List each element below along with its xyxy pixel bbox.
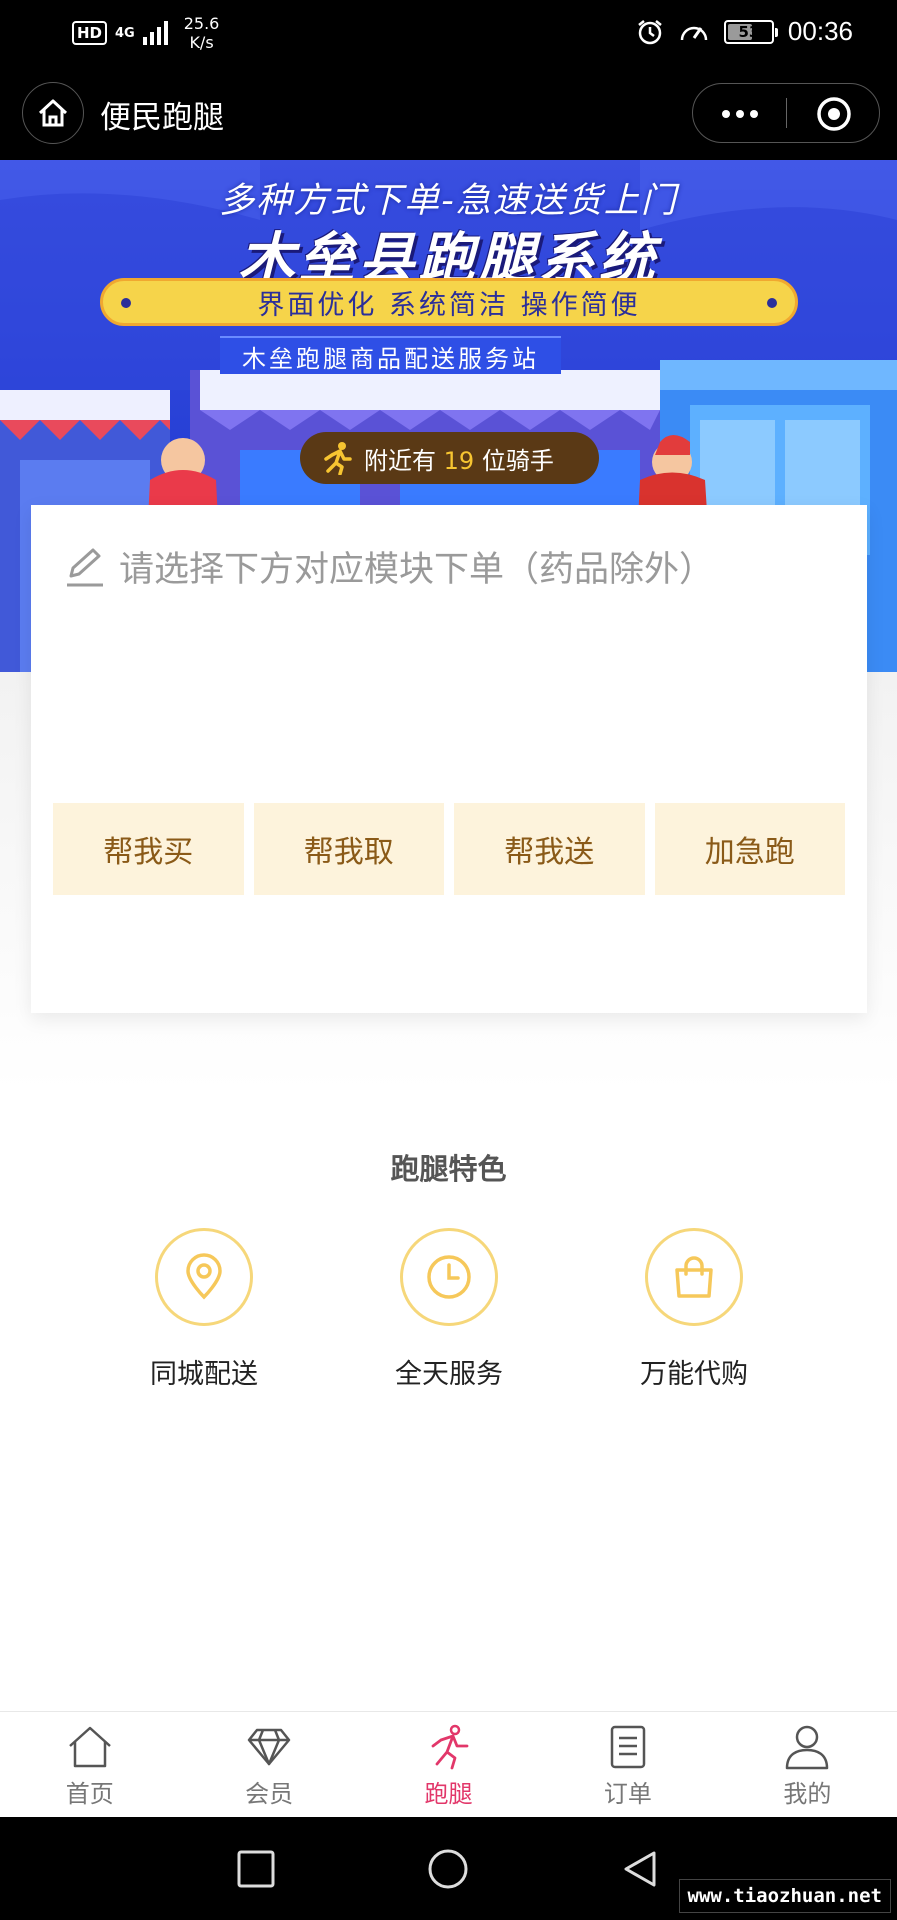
banner-slogan: 界面优化 系统简洁 操作简便 xyxy=(100,278,798,326)
hd-badge: HD xyxy=(72,21,108,45)
tab-home[interactable]: 首页 xyxy=(0,1712,179,1817)
status-right: 53 00:36 xyxy=(636,16,853,47)
deliver-for-me-button[interactable]: 帮我送 xyxy=(454,803,645,895)
urgent-run-button[interactable]: 加急跑 xyxy=(654,803,845,895)
nearby-riders-text: 附近有 19 位骑手 xyxy=(364,441,554,476)
bottom-tab-bar: 首页 会员 跑腿 订单 我的 xyxy=(0,1711,897,1817)
runner-icon xyxy=(324,442,352,475)
clock-icon xyxy=(427,1255,471,1299)
nearby-riders-badge: 附近有 19 位骑手 xyxy=(300,432,599,484)
feature-icon-circle xyxy=(400,1228,498,1326)
tab-orders[interactable]: 订单 xyxy=(538,1712,717,1817)
order-list-icon xyxy=(610,1725,646,1769)
watermark: www.tiaozhuan.net xyxy=(678,1879,891,1913)
network-type: 4G xyxy=(115,25,135,41)
home-button[interactable] xyxy=(22,82,84,144)
runner-icon xyxy=(431,1724,468,1770)
feature-universal-purchase: 万能代购 xyxy=(594,1228,794,1391)
nav-bar: 便民跑腿 xyxy=(0,68,897,160)
feature-icon-circle xyxy=(645,1228,743,1326)
tab-label: 跑腿 xyxy=(424,1780,473,1808)
signal-icon xyxy=(142,21,168,45)
clock: 00:36 xyxy=(787,16,853,46)
buy-for-me-button[interactable]: 帮我买 xyxy=(53,803,244,895)
feature-same-city-delivery: 同城配送 xyxy=(104,1228,304,1391)
features-title: 跑腿特色 xyxy=(390,1152,507,1186)
tab-label: 订单 xyxy=(603,1780,652,1808)
order-prompt: 请选择下方对应模块下单（药品除外） xyxy=(65,541,714,592)
feature-label: 全天服务 xyxy=(395,1359,503,1390)
order-actions: 帮我买 帮我取 帮我送 加急跑 xyxy=(53,803,845,895)
tab-errand[interactable]: 跑腿 xyxy=(359,1712,538,1817)
page-title: 便民跑腿 xyxy=(100,100,224,136)
banner-subtitle: 木垒跑腿商品配送服务站 xyxy=(220,336,561,374)
more-button[interactable] xyxy=(693,84,787,144)
target-icon xyxy=(817,97,851,131)
feature-label: 万能代购 xyxy=(640,1359,748,1390)
order-card: 请选择下方对应模块下单（药品除外） 帮我买 帮我取 帮我送 加急跑 xyxy=(31,505,867,1013)
tab-mine[interactable]: 我的 xyxy=(718,1712,897,1817)
feature-all-day-service: 全天服务 xyxy=(349,1228,549,1391)
speed-value: 25.6 xyxy=(183,14,220,33)
tab-label: 我的 xyxy=(783,1780,832,1808)
order-prompt-text: 请选择下方对应模块下单（药品除外） xyxy=(119,550,715,590)
pick-up-for-me-button[interactable]: 帮我取 xyxy=(253,803,444,895)
battery-level: 53 xyxy=(738,22,760,41)
location-pin-icon xyxy=(186,1253,222,1300)
recent-apps-button[interactable] xyxy=(236,1849,276,1889)
speedometer-icon xyxy=(680,26,708,40)
speed-unit: K/s xyxy=(189,33,214,52)
pencil-icon xyxy=(67,548,103,586)
close-miniprogram-button[interactable] xyxy=(787,84,881,144)
diamond-icon xyxy=(247,1728,291,1766)
user-icon xyxy=(786,1725,829,1770)
riders-prefix: 附近有 xyxy=(364,446,436,475)
home-nav-button[interactable] xyxy=(426,1849,470,1893)
tab-label: 会员 xyxy=(245,1780,294,1808)
home-icon xyxy=(38,99,68,127)
battery-icon: 53 xyxy=(723,19,778,44)
tab-label: 首页 xyxy=(65,1780,114,1808)
capsule-menu xyxy=(692,83,880,143)
feature-icon-circle xyxy=(155,1228,253,1326)
back-button[interactable] xyxy=(620,1849,660,1893)
riders-count: 19 xyxy=(443,446,475,475)
status-bar: HD 4G 25.6 K/s 53 00:36 xyxy=(0,0,897,68)
network-speed: 25.6 K/s xyxy=(184,14,220,52)
riders-suffix: 位骑手 xyxy=(481,446,554,475)
shopping-bag-icon xyxy=(675,1256,713,1298)
feature-label: 同城配送 xyxy=(150,1359,258,1390)
alarm-icon xyxy=(638,19,662,44)
status-left: HD 4G 25.6 K/s xyxy=(72,14,219,52)
tab-membership[interactable]: 会员 xyxy=(179,1712,358,1817)
home-icon xyxy=(68,1726,111,1768)
